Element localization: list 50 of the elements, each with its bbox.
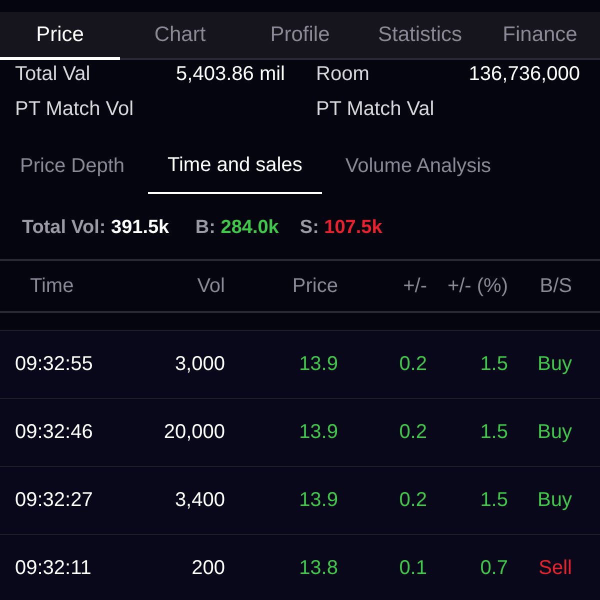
column-header: +/- (%): [446, 274, 508, 298]
total-vol-value: 391.5k: [111, 217, 170, 238]
stat-label: PT Match Vol: [15, 97, 135, 122]
tab[interactable]: Statistics: [360, 12, 480, 58]
change-cell-text: 0.2: [398, 488, 427, 513]
change-percent-cell-text: 1.5: [479, 352, 508, 377]
change-percent-cell-text: 1.5: [479, 488, 508, 513]
stat-label: Total Val: [15, 62, 92, 87]
stat-value: 5,403.86 mil: [175, 62, 285, 87]
column-header: B/S: [538, 274, 572, 298]
side-cell-text: Buy: [536, 352, 572, 377]
time-cell-text: 09:32:11: [15, 556, 92, 581]
time-cell-text: 09:32:46: [15, 420, 94, 445]
buy-vol-label: B:: [195, 217, 216, 238]
sub-tab[interactable]: Volume Analysis: [325, 150, 512, 194]
volume-cell-text: 200: [190, 556, 225, 581]
time-cell-text: 09:32:55: [15, 352, 94, 377]
buy-vol-value: 284.0k: [220, 217, 279, 238]
stat-value: 136,736,000: [468, 62, 580, 87]
change-percent-cell-text: 1.5: [479, 420, 508, 445]
change-cell-text: 0.2: [398, 420, 427, 445]
column-header: Price: [291, 274, 338, 298]
column-header: Time: [30, 274, 75, 298]
tab[interactable]: Profile: [240, 12, 360, 58]
total-vol-label: Total Vol:: [22, 217, 106, 238]
sell-vol-label: S:: [300, 217, 319, 238]
volume-cell-text: 3,400: [174, 488, 225, 513]
stat-label: PT Match Val: [315, 97, 436, 122]
change-cell-text: 0.2: [398, 352, 427, 377]
price-cell-text: 13.9: [298, 352, 338, 377]
sell-vol-value: 107.5k: [324, 217, 382, 238]
volume-cell-text: 20,000: [162, 420, 225, 445]
price-cell-text: 13.9: [298, 420, 338, 445]
volume-cell-text: 3,000: [174, 352, 225, 377]
tab[interactable]: Chart: [120, 12, 240, 58]
side-cell-text: Buy: [536, 420, 572, 445]
tab[interactable]: Price: [0, 12, 120, 58]
column-header: +/-: [402, 274, 427, 298]
change-percent-cell-text: 0.7: [479, 556, 508, 581]
time-cell-text: 09:32:27: [15, 488, 94, 513]
sub-tab[interactable]: Time and sales: [148, 150, 322, 194]
price-cell-text: 13.9: [298, 488, 338, 513]
sub-tab[interactable]: Price Depth: [0, 150, 144, 194]
stat-label: Room: [315, 62, 370, 87]
side-cell-text: Buy: [536, 488, 572, 513]
change-cell-text: 0.1: [398, 556, 427, 581]
column-header: Vol: [196, 274, 225, 298]
side-cell-text: Sell: [538, 556, 572, 581]
tab[interactable]: Finance: [480, 12, 600, 58]
price-cell-text: 13.8: [298, 556, 338, 581]
